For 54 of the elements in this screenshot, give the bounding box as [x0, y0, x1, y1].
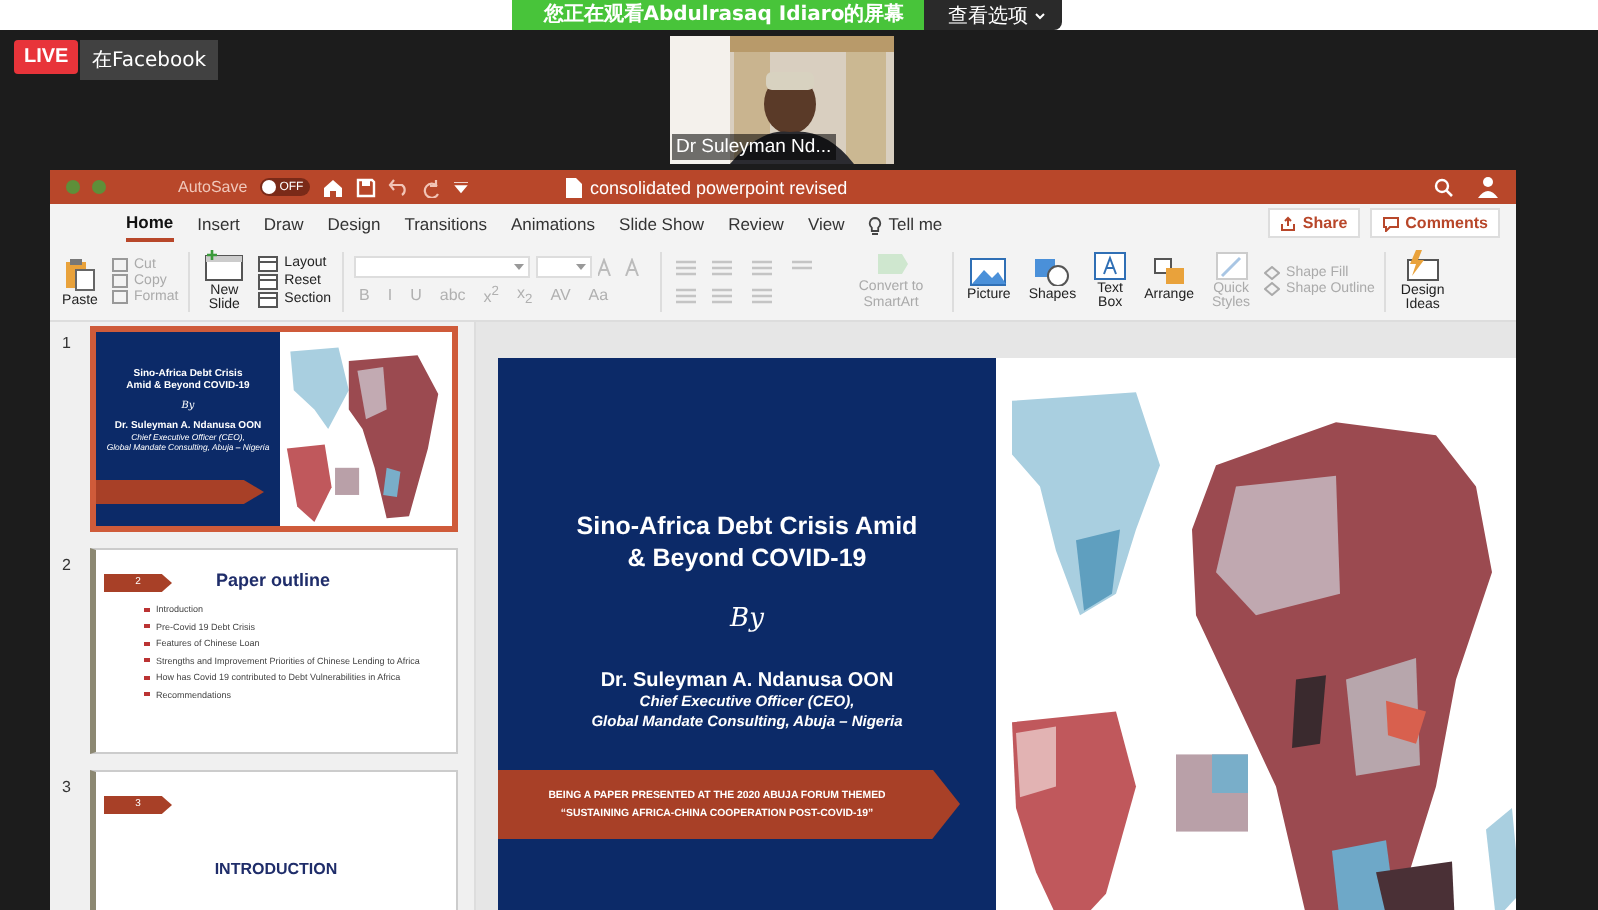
caret-icon[interactable] [513, 263, 524, 270]
ribbon-tab[interactable]: View [807, 210, 845, 240]
comment-icon [1381, 215, 1400, 231]
share-button[interactable]: Share [1268, 208, 1360, 238]
ribbon-tab[interactable]: Review [728, 210, 784, 240]
tell-me-search[interactable]: Tell me [888, 210, 943, 240]
slide-number: 2 [62, 554, 73, 578]
by-line: By [730, 603, 764, 633]
ribbon-tab[interactable]: Draw [263, 210, 304, 240]
slide-icon [204, 249, 245, 282]
font-size-field[interactable] [535, 255, 592, 278]
slide-number: 1 [62, 332, 73, 356]
document-title[interactable]: consolidated powerpoint revised [590, 177, 848, 197]
person-icon[interactable] [1478, 176, 1500, 198]
author-name: Dr. Suleyman A. Ndanusa OON [600, 669, 894, 691]
caret-icon[interactable] [575, 263, 586, 270]
thumbnail-title: INTRODUCTION [212, 860, 340, 878]
search-icon[interactable] [1434, 177, 1454, 197]
ribbon-tab[interactable]: Animations [510, 210, 596, 240]
live-badge: LIVE [14, 40, 79, 74]
slide-number: 3 [62, 776, 73, 800]
autosave-label: AutoSave [178, 178, 248, 196]
slide-title: Sino-Africa Debt Crisis Amid [576, 510, 918, 543]
shapes-icon [1034, 258, 1071, 287]
undo-icon[interactable] [387, 178, 410, 196]
clipboard-icon [62, 255, 98, 291]
screen-share-notice: 您正在观看Abdulrasaq Idiaro的屏幕 [511, 0, 925, 30]
view-options-button[interactable]: 查看选项 [924, 0, 1063, 30]
ribbon-tab[interactable]: Slide Show [619, 210, 705, 240]
stream-destination: 在Facebook [80, 40, 218, 80]
text-box-icon [1094, 251, 1127, 280]
comments-button[interactable]: Comments [1369, 208, 1500, 238]
ribbon-tab[interactable]: Insert [197, 210, 240, 240]
ribbon-tab[interactable]: Design [327, 210, 381, 240]
document-icon [566, 177, 582, 197]
thumbnail-title: Paper outline [216, 570, 331, 590]
participant-name: Dr Suleyman Nd... [672, 134, 836, 160]
save-icon[interactable] [355, 177, 376, 197]
design-ideas-icon [1404, 249, 1441, 282]
ribbon-tab[interactable]: Home [126, 208, 174, 242]
slide-thumbnail[interactable] [90, 548, 458, 754]
smartart-icon [873, 252, 910, 279]
font-name-field[interactable] [353, 255, 530, 278]
chevron-icon [1034, 11, 1047, 19]
slide-title: & Beyond COVID-19 [627, 542, 867, 575]
share-icon [1280, 215, 1297, 231]
home-icon[interactable] [321, 177, 344, 197]
redo-icon[interactable] [421, 177, 442, 197]
caret-icon[interactable] [453, 181, 468, 193]
picture-icon [970, 258, 1007, 287]
lightbulb-icon [868, 215, 883, 235]
ribbon-tab[interactable]: Transitions [404, 210, 487, 240]
brush-icon [1215, 251, 1248, 280]
arrange-icon [1153, 258, 1186, 287]
